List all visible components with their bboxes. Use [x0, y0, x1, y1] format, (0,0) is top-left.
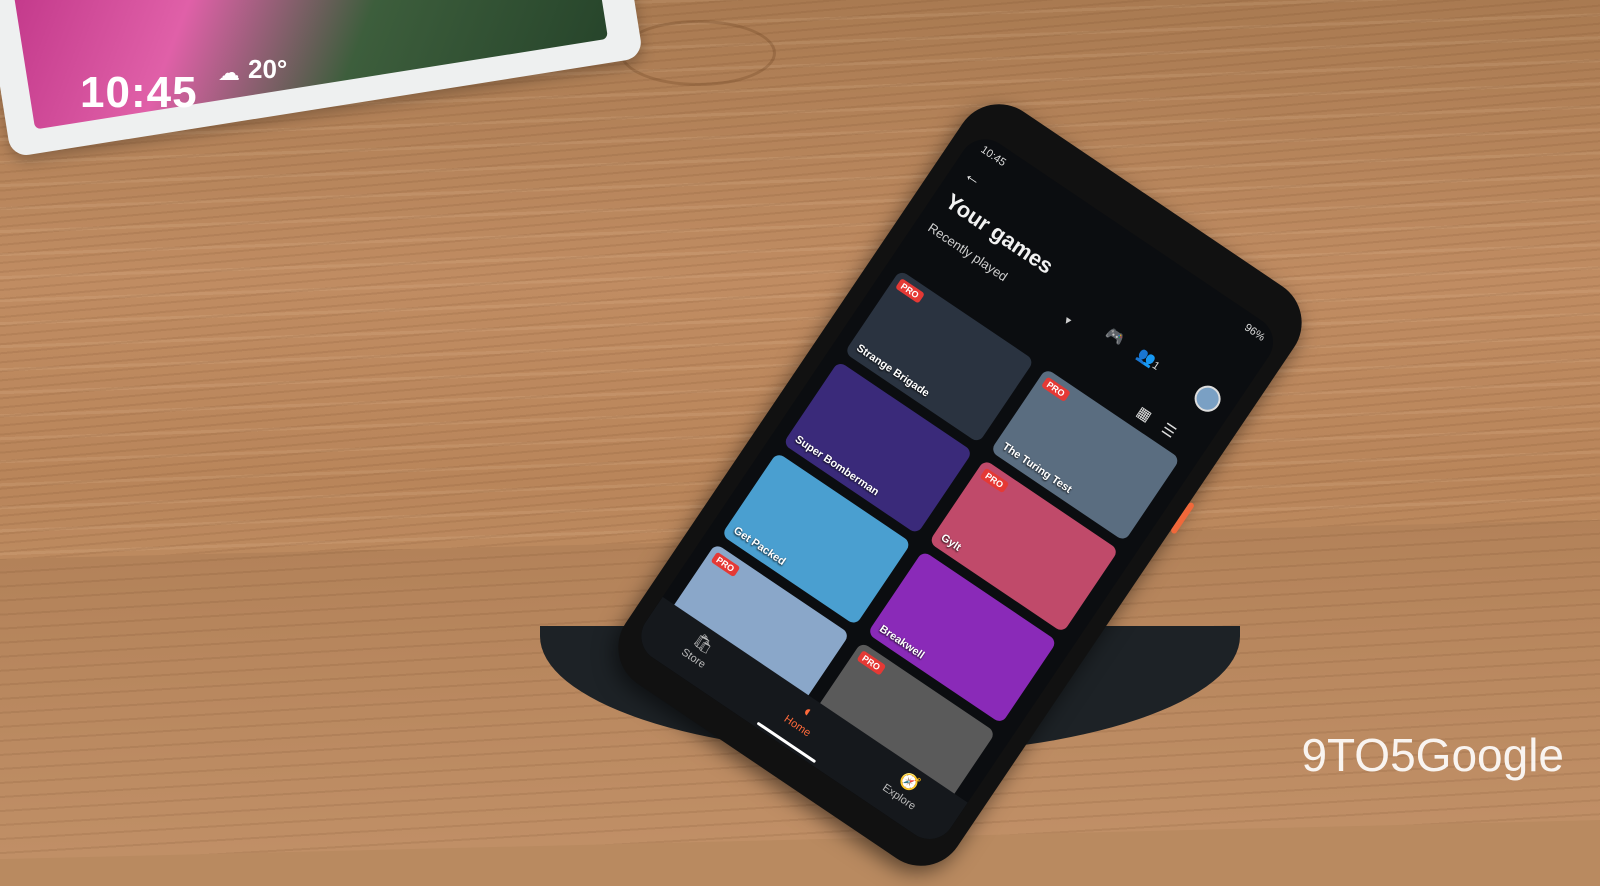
pro-badge: PRO: [710, 551, 741, 577]
watermark: 9TO5Google: [1301, 729, 1564, 781]
hub-temperature: 20°: [248, 54, 288, 84]
wood-knot: [620, 20, 776, 86]
party-icon[interactable]: 👥1: [1134, 345, 1165, 374]
game-title: Gylt: [938, 531, 964, 554]
avatar[interactable]: [1189, 380, 1226, 417]
game-title: Breakwell: [877, 622, 927, 662]
hub-clock: 10:45: [80, 68, 198, 117]
list-view-icon[interactable]: ☰: [1158, 419, 1179, 442]
back-arrow-icon[interactable]: ←: [960, 164, 987, 191]
party-count: 1: [1149, 359, 1162, 373]
pro-badge: PRO: [979, 467, 1009, 494]
pro-badge: PRO: [895, 278, 925, 304]
pro-badge: PRO: [856, 650, 886, 676]
battery-level: 96%: [1242, 321, 1268, 344]
pro-badge: PRO: [1040, 376, 1071, 402]
status-time: 10:45: [978, 143, 1008, 170]
chevron-down-icon: ▼: [1060, 314, 1075, 329]
cloud-icon: ☁: [218, 60, 240, 85]
controller-icon[interactable]: 🎮: [1102, 324, 1128, 349]
grid-view-icon[interactable]: ▦: [1133, 403, 1155, 425]
